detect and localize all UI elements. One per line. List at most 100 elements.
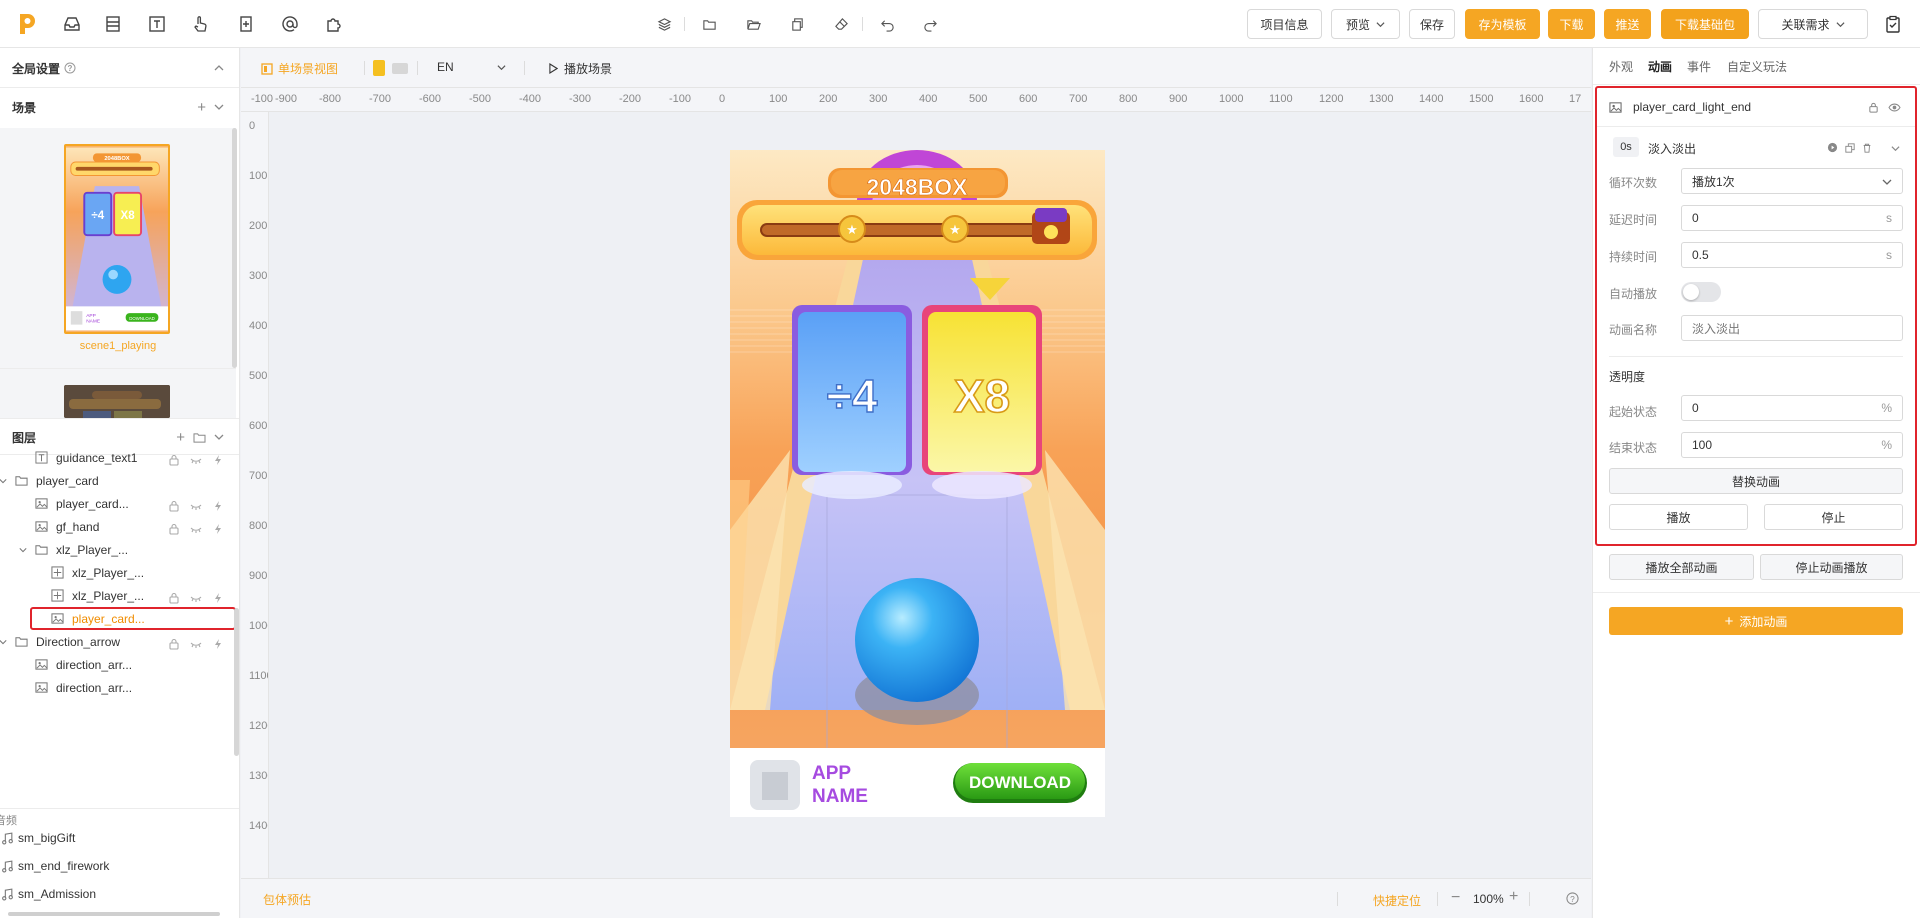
scene-thumbnail[interactable] xyxy=(64,385,170,418)
layer-row[interactable]: player_card... xyxy=(30,607,236,630)
tab-0[interactable]: 外观 xyxy=(1609,58,1633,75)
add-file-icon[interactable] xyxy=(235,13,257,35)
download-base-button[interactable]: 下载基础包 xyxy=(1661,9,1749,39)
ruler-tick-label: -100 xyxy=(669,93,692,105)
stop-animation-button[interactable]: 停止动画播放 xyxy=(1760,554,1903,580)
hand-pointer-icon[interactable] xyxy=(189,13,211,35)
loop-count-select[interactable]: 播放1次 xyxy=(1681,168,1903,194)
eraser-icon[interactable] xyxy=(832,15,850,33)
text-tool-icon[interactable] xyxy=(146,13,168,35)
eye-icon[interactable] xyxy=(1888,102,1901,113)
scene-header: 场景 + xyxy=(0,88,239,126)
layer-scrollbar[interactable] xyxy=(234,608,239,756)
portrait-orientation-icon[interactable] xyxy=(373,60,385,76)
game-preview[interactable]: 2048BOX ★ ★ ÷4 X8 APP NAME DOWNLOAD xyxy=(730,150,1105,817)
layer-row[interactable]: xlz_Player_... xyxy=(0,584,236,607)
project-info-button[interactable]: 项目信息 xyxy=(1247,9,1322,39)
open-folder-icon[interactable] xyxy=(744,15,762,33)
play-circle-icon[interactable] xyxy=(1827,142,1838,153)
language-select[interactable]: EN xyxy=(437,60,527,74)
folder-icon xyxy=(14,635,28,649)
tab-3[interactable]: 自定义玩法 xyxy=(1727,58,1787,75)
play-scene-button[interactable]: 播放场景 xyxy=(549,60,612,77)
quick-locate-button[interactable]: 快捷定位 xyxy=(1373,892,1421,909)
ruler-tick-label: 600 xyxy=(1019,93,1038,105)
layer-row[interactable]: xlz_Player_... xyxy=(0,538,236,561)
ruler-tick-label: -300 xyxy=(569,93,592,105)
layer-row[interactable]: direction_arr... xyxy=(0,653,236,676)
ruler-tick-label: 1400 xyxy=(1419,93,1444,105)
help-icon[interactable]: ? xyxy=(1566,892,1579,905)
scene-scrollbar[interactable] xyxy=(232,128,237,368)
tab-2[interactable]: 事件 xyxy=(1687,58,1711,75)
app-name-line2: NAME xyxy=(812,786,868,807)
help-icon: ? xyxy=(64,62,76,74)
layer-row[interactable]: xlz_Player_... xyxy=(0,561,236,584)
copy-icon[interactable] xyxy=(788,15,806,33)
push-button[interactable]: 推送 xyxy=(1604,9,1651,39)
layer-row[interactable]: player_card xyxy=(0,469,236,492)
zoom-in-icon[interactable]: + xyxy=(1509,888,1518,906)
folder-icon[interactable] xyxy=(700,15,718,33)
layer-label: direction_arr... xyxy=(56,657,133,672)
layer-tools[interactable] xyxy=(168,638,224,650)
view-mode-toggle[interactable]: 单场景视图 xyxy=(261,60,338,77)
autoplay-toggle[interactable] xyxy=(1681,282,1721,302)
package-estimate[interactable]: 包体预估 xyxy=(263,891,311,908)
linked-request-button[interactable]: 关联需求 xyxy=(1758,9,1868,39)
redo-icon[interactable] xyxy=(921,15,939,33)
inbox-icon[interactable] xyxy=(61,13,83,35)
landscape-orientation-icon[interactable] xyxy=(392,63,408,74)
download-button[interactable]: 下载 xyxy=(1548,9,1595,39)
undo-icon[interactable] xyxy=(878,15,896,33)
new-group-icon[interactable] xyxy=(193,432,206,443)
tab-1[interactable]: 动画 xyxy=(1648,58,1672,75)
play-button[interactable]: 播放 xyxy=(1609,504,1748,530)
start-opacity-input[interactable]: 0% xyxy=(1681,395,1903,421)
ruler-tick-label: -800 xyxy=(319,93,342,105)
lock-icon[interactable] xyxy=(1868,102,1879,113)
layer-row[interactable]: guidance_text1 xyxy=(0,446,236,469)
layout-icon[interactable] xyxy=(102,13,124,35)
zoom-out-icon[interactable]: − xyxy=(1451,889,1460,907)
trash-icon[interactable] xyxy=(1862,143,1872,153)
svg-text:?: ? xyxy=(1570,894,1575,904)
replace-animation-button[interactable]: 替换动画 xyxy=(1609,468,1903,494)
delay-input[interactable]: 0s xyxy=(1681,205,1903,231)
audio-row[interactable]: sm_end_firework xyxy=(0,856,236,876)
save-button[interactable]: 保存 xyxy=(1409,9,1455,39)
layer-tools[interactable] xyxy=(168,454,224,466)
at-icon[interactable] xyxy=(279,13,301,35)
add-scene-icon[interactable]: + xyxy=(197,99,206,116)
horizontal-scrollbar[interactable] xyxy=(8,912,220,916)
audio-label: sm_end_firework xyxy=(18,859,110,873)
layer-tools[interactable] xyxy=(168,592,224,604)
bolt-icon xyxy=(212,592,224,604)
layer-tools[interactable] xyxy=(168,500,224,512)
layer-row[interactable]: direction_arr... xyxy=(0,676,236,699)
layer-row[interactable]: Direction_arrow xyxy=(0,630,236,653)
anim-name-input[interactable]: 淡入淡出 xyxy=(1681,315,1903,341)
preview-button[interactable]: 预览 xyxy=(1331,9,1400,39)
plugin-icon[interactable] xyxy=(323,13,345,35)
global-settings-header[interactable]: 全局设置 ? xyxy=(0,49,239,87)
chevron-down-icon[interactable] xyxy=(1891,144,1900,153)
layers-icon[interactable] xyxy=(655,15,673,33)
add-animation-button[interactable]: + 添加动画 xyxy=(1609,607,1903,635)
audio-row[interactable]: sm_bigGift xyxy=(0,828,236,848)
stop-button[interactable]: 停止 xyxy=(1764,504,1903,530)
layer-tools[interactable] xyxy=(168,523,224,535)
save-template-button[interactable]: 存为模板 xyxy=(1465,9,1540,39)
copy-icon[interactable] xyxy=(1845,143,1855,153)
layer-label: player_card xyxy=(36,473,99,488)
scene-name[interactable]: scene1_playing xyxy=(0,340,236,352)
layer-row[interactable]: gf_hand xyxy=(0,515,236,538)
audio-row[interactable]: sm_Admission xyxy=(0,884,236,904)
add-layer-icon[interactable]: + xyxy=(176,429,185,446)
duration-input[interactable]: 0.5 s xyxy=(1681,242,1903,268)
play-all-animations-button[interactable]: 播放全部动画 xyxy=(1609,554,1754,580)
layer-row[interactable]: player_card... xyxy=(0,492,236,515)
task-clipboard-icon[interactable] xyxy=(1882,13,1904,35)
scene-thumbnail-active[interactable]: 2048BOX ÷4 X8 APP NAME DOWNLOAD xyxy=(64,144,170,334)
end-opacity-input[interactable]: 100% xyxy=(1681,432,1903,458)
